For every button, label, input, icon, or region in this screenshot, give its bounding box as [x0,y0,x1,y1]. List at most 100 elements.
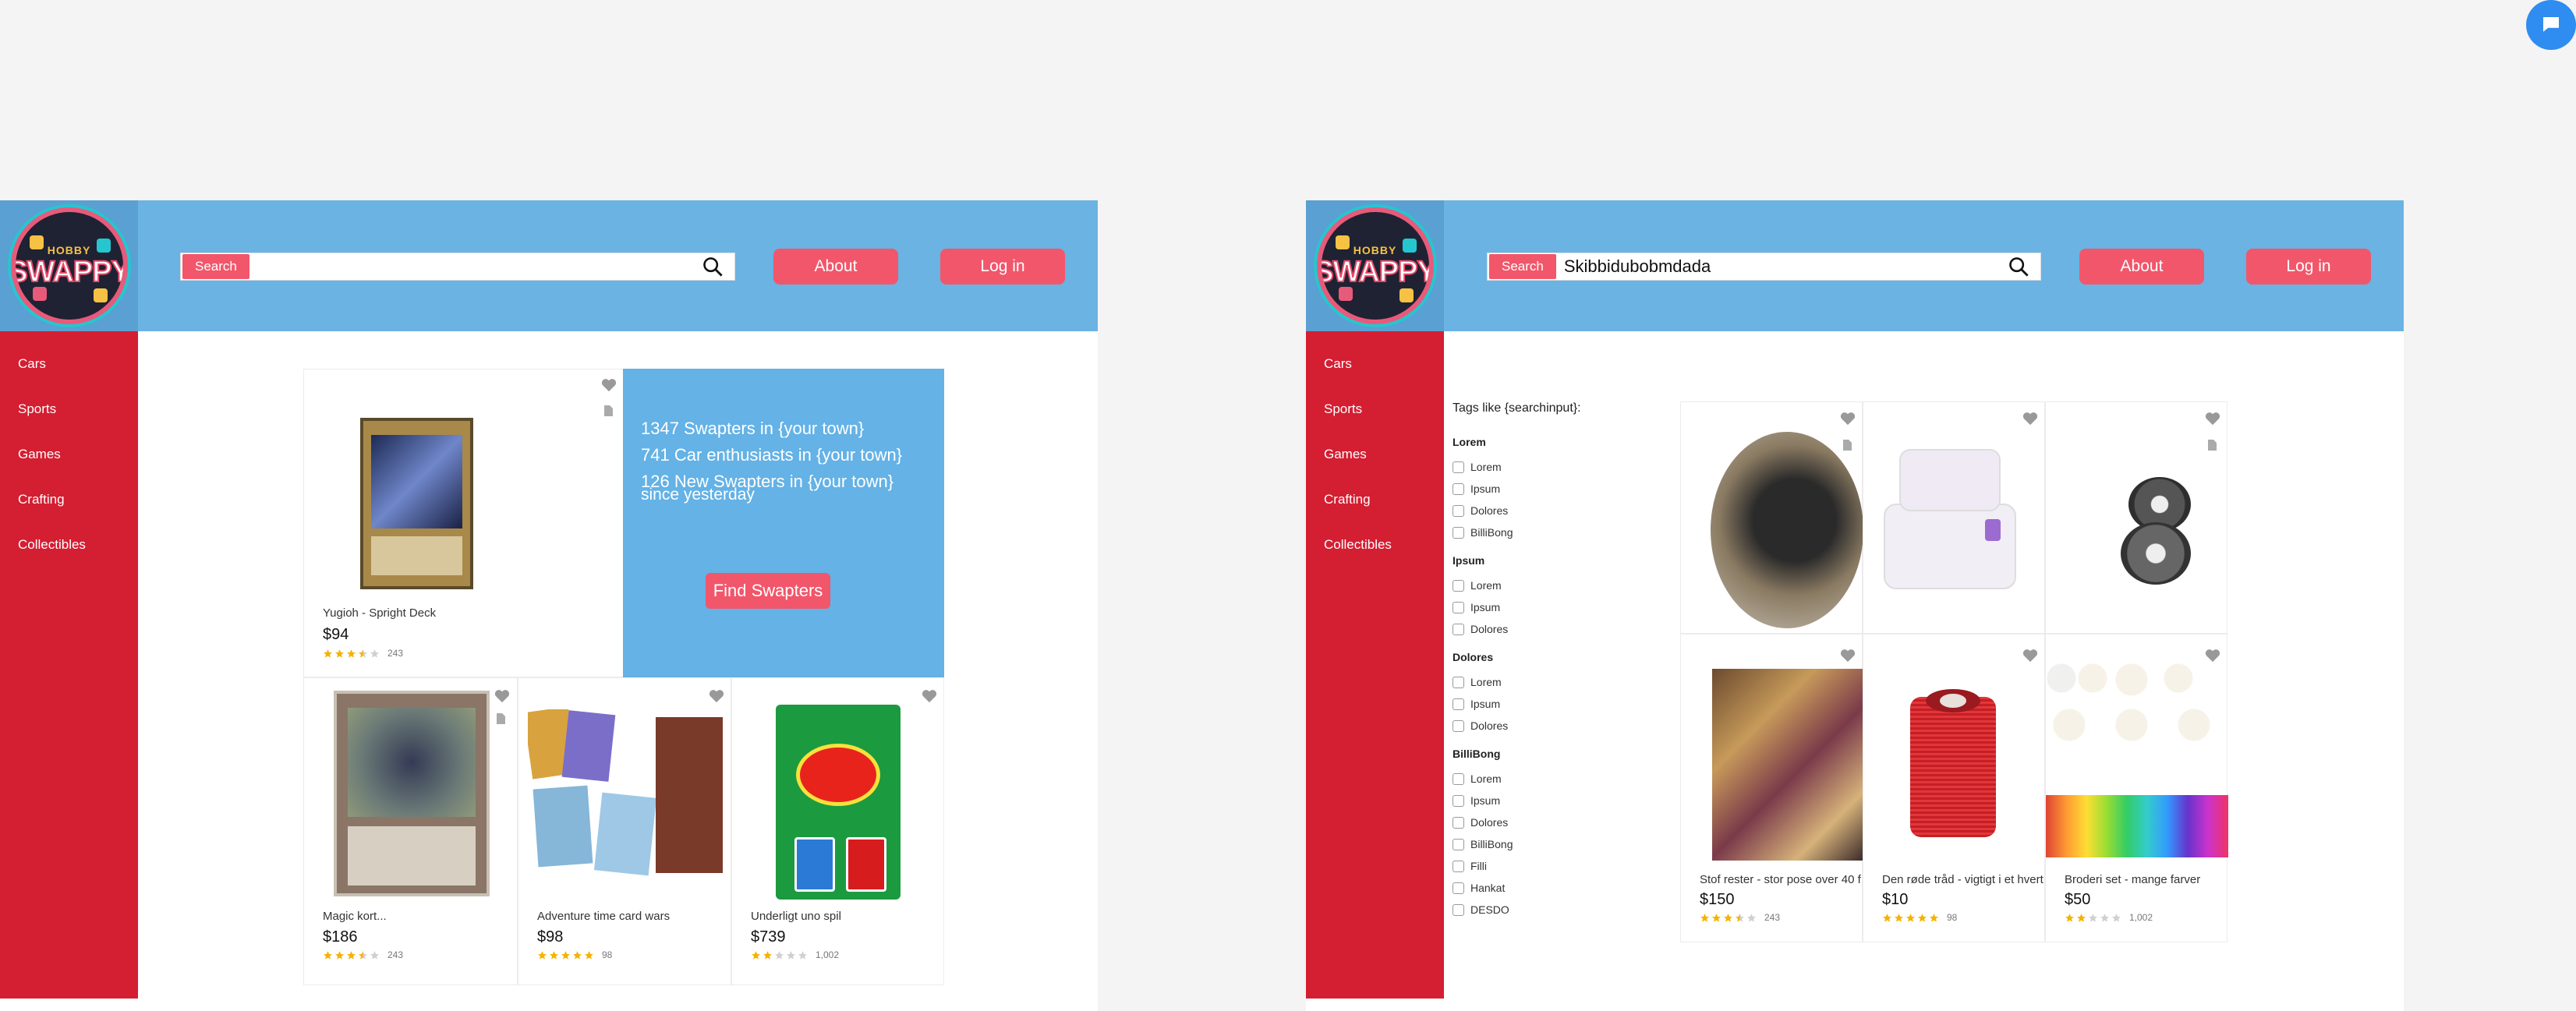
sidebar-item-sports[interactable]: Sports [0,400,138,445]
sidebar-item-games[interactable]: Games [0,445,138,490]
filter-checkbox[interactable] [1453,838,1464,850]
product-card[interactable]: Den røde tråd - vigtigt i et hvert $10 9… [1863,634,2045,942]
product-card[interactable] [1863,401,2045,634]
logo[interactable]: HOBBY SWAPPY [0,200,138,331]
filter-option[interactable]: BilliBong [1453,521,1601,543]
filter-option[interactable]: Dolores [1453,715,1601,737]
filter-checkbox[interactable] [1453,860,1464,872]
filter-option[interactable]: Ipsum [1453,596,1601,618]
filter-option[interactable]: Lorem [1453,574,1601,596]
search-input[interactable] [249,256,702,277]
product-title[interactable]: Yugioh - Spright Deck [323,606,436,620]
rating-count: 243 [387,949,404,960]
sidebar-item-games[interactable]: Games [1306,445,1444,490]
sidebar-item-collectibles[interactable]: Collectibles [1306,536,1444,581]
product-title[interactable]: Magic kort... [323,910,387,923]
product-card[interactable] [1680,401,1863,634]
filter-group-title: Dolores [1453,651,1494,663]
filter-option[interactable]: BilliBong [1453,833,1601,855]
filter-checkbox[interactable] [1453,772,1464,785]
filter-option[interactable]: Ipsum [1453,693,1601,715]
search-icon[interactable] [2008,256,2029,277]
filter-option[interactable]: Dolores [1453,618,1601,640]
product-price: $186 [323,928,358,946]
filter-option[interactable]: DESDO [1453,899,1601,921]
document-icon[interactable] [603,405,614,417]
product-card[interactable]: Yugioh - Spright Deck $94 243 [303,369,624,677]
product-title[interactable]: Broderi set - mange farver [2065,873,2228,886]
filter-checkbox[interactable] [1453,483,1464,495]
product-image [528,709,723,879]
search-label[interactable]: Search [182,254,249,279]
login-button[interactable]: Log in [940,249,1065,285]
sidebar-item-cars[interactable]: Cars [1306,355,1444,400]
document-icon[interactable] [2207,439,2217,451]
heart-icon[interactable] [709,689,724,703]
heart-icon[interactable] [2205,649,2220,663]
filter-checkbox[interactable] [1453,526,1464,539]
product-card[interactable]: Adventure time card wars $98 98 [518,677,731,985]
about-button[interactable]: About [2079,249,2204,285]
login-button[interactable]: Log in [2246,249,2371,285]
heart-icon[interactable] [2205,412,2220,426]
product-title[interactable]: Underligt uno spil [751,910,841,923]
filter-option[interactable]: Lorem [1453,456,1601,478]
document-icon[interactable] [496,712,506,725]
heart-icon[interactable] [2022,649,2038,663]
filter-option[interactable]: Hankat [1453,877,1601,899]
search-input[interactable] [1555,256,2008,277]
product-card[interactable]: Stof rester - stor pose over 40 f $150 2… [1680,634,1863,942]
chat-icon [2543,17,2559,32]
star-icon [1747,913,1756,922]
filter-checkbox[interactable] [1453,882,1464,894]
sidebar-item-sports[interactable]: Sports [1306,400,1444,445]
filter-checkbox[interactable] [1453,903,1464,916]
filter-option[interactable]: Ipsum [1453,478,1601,500]
about-button[interactable]: About [773,249,898,285]
filter-checkbox[interactable] [1453,461,1464,473]
filter-option[interactable]: Lorem [1453,671,1601,693]
product-card[interactable] [2045,401,2227,634]
sidebar-item-crafting[interactable]: Crafting [0,490,138,536]
filter-checkbox[interactable] [1453,698,1464,710]
filter-checkbox[interactable] [1453,794,1464,807]
filter-option[interactable]: Lorem [1453,768,1601,790]
product-title[interactable]: Den røde tråd - vigtigt i et hvert [1882,873,2046,886]
sidebar-item-collectibles[interactable]: Collectibles [0,536,138,581]
filter-group-title: BilliBong [1453,748,1501,760]
product-card[interactable]: Magic kort... $186 243 [303,677,518,985]
header: HOBBY SWAPPY Search About Log in [0,200,1098,331]
heart-icon[interactable] [494,689,510,703]
filter-option[interactable]: Dolores [1453,500,1601,521]
filter-checkbox[interactable] [1453,719,1464,732]
product-card[interactable]: Broderi set - mange farver $50 1,002 [2045,634,2228,942]
filter-option[interactable]: Ipsum [1453,790,1601,811]
heart-icon[interactable] [1840,412,1856,426]
filter-option[interactable]: Dolores [1453,811,1601,833]
product-title[interactable]: Stof rester - stor pose over 40 f [1700,873,1863,886]
find-swapters-button[interactable]: Find Swapters [706,573,830,609]
heart-icon[interactable] [2022,412,2038,426]
logo[interactable]: HOBBY SWAPPY [1306,200,1444,331]
product-card[interactable]: Underligt uno spil $739 1,002 [731,677,944,985]
product-title[interactable]: Adventure time card wars [537,910,670,923]
filter-option-label: Lorem [1470,579,1502,592]
document-icon[interactable] [1842,439,1852,451]
filter-checkbox[interactable] [1453,623,1464,635]
sidebar-item-crafting[interactable]: Crafting [1306,490,1444,536]
product-image [360,418,473,589]
heart-icon[interactable] [1840,649,1856,663]
sidebar-item-cars[interactable]: Cars [0,355,138,400]
filter-option[interactable]: Filli [1453,855,1601,877]
heart-icon[interactable] [601,378,617,392]
search-icon[interactable] [702,256,724,277]
filter-checkbox[interactable] [1453,601,1464,613]
search-label[interactable]: Search [1489,254,1556,279]
chat-button[interactable] [2526,0,2576,50]
filter-checkbox[interactable] [1453,816,1464,829]
star-icon [370,649,379,658]
filter-checkbox[interactable] [1453,504,1464,517]
heart-icon[interactable] [922,689,937,703]
filter-checkbox[interactable] [1453,676,1464,688]
filter-checkbox[interactable] [1453,579,1464,592]
